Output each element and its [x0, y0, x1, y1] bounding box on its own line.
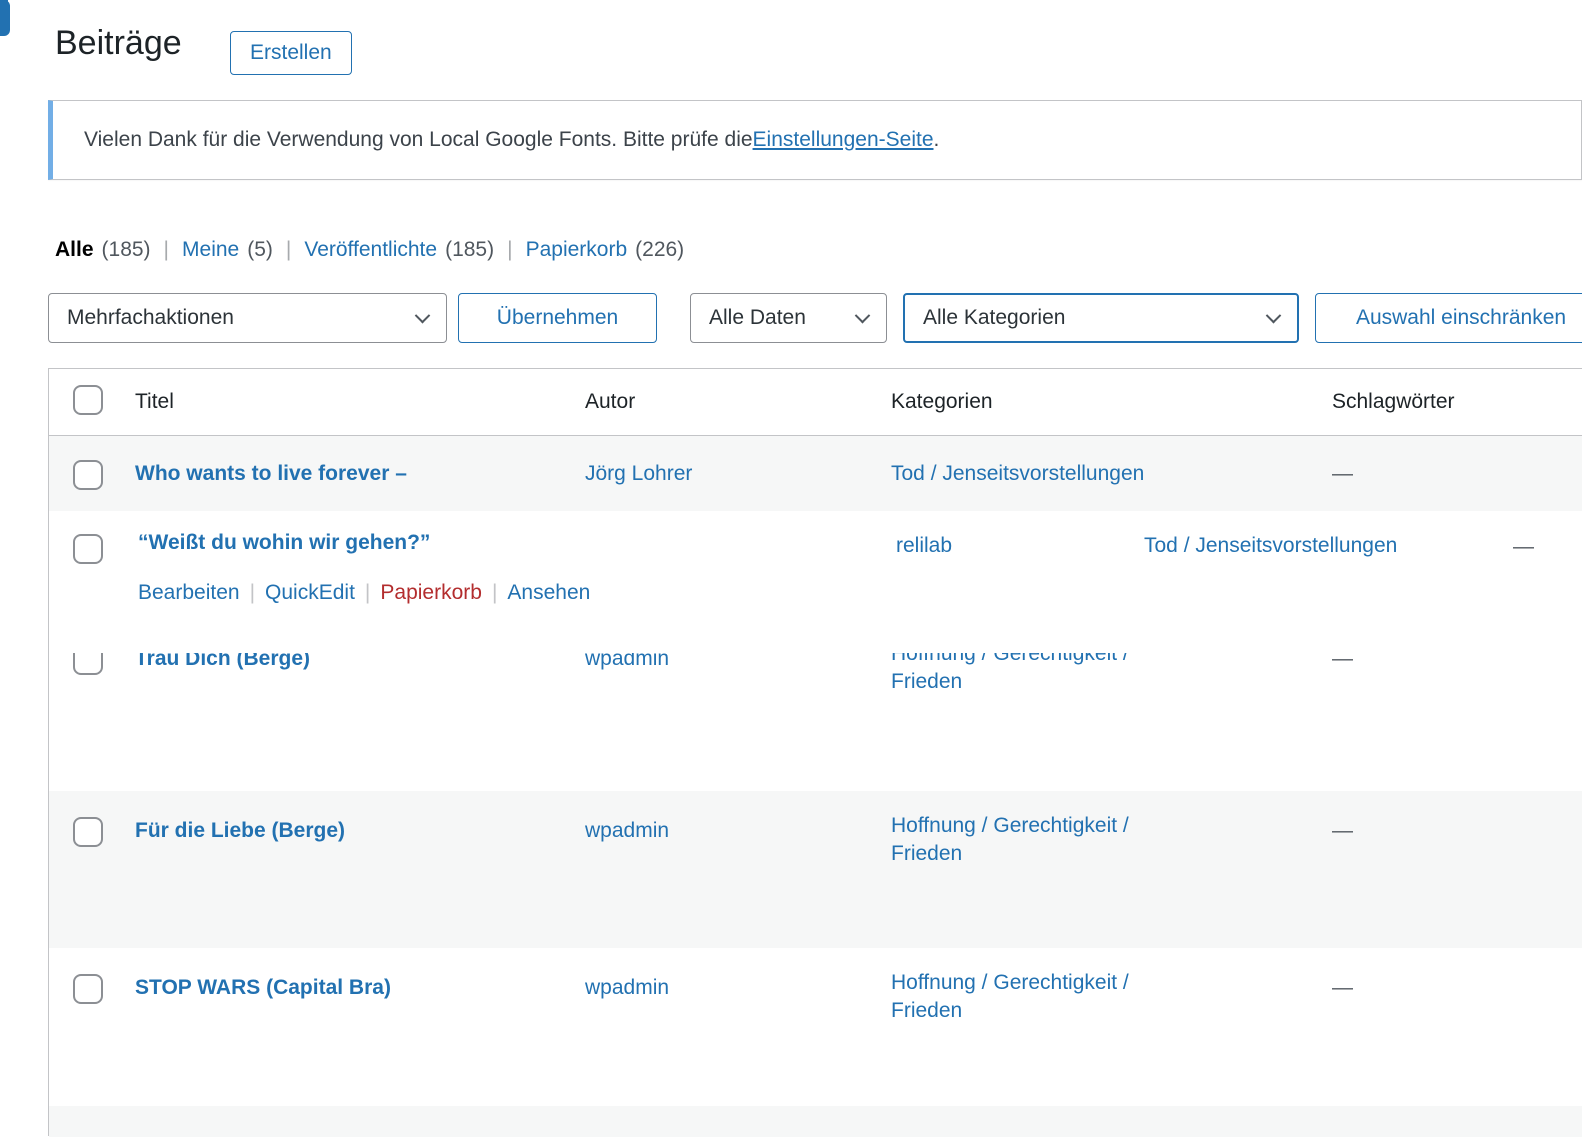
separator: | [492, 581, 497, 605]
filter-trash-label: Papierkorb [526, 238, 628, 262]
tags-value: — [1332, 976, 1353, 999]
category-link[interactable]: Tod / Jenseitsvorstellungen [891, 460, 1144, 488]
quick-edit-action[interactable]: QuickEdit [265, 581, 355, 605]
table-row: STOP WARS (Capital Bra) wpadmin Hoffnung… [49, 948, 1582, 1106]
author-link[interactable]: wpadmin [585, 817, 669, 845]
category-link[interactable]: Hoffnung / Gerechtigkeit / Frieden [891, 812, 1196, 868]
dates-filter-select[interactable]: Alle Daten [690, 293, 887, 343]
trash-action[interactable]: Papierkorb [380, 581, 482, 605]
post-status-filters: Alle (185) | Meine (5) | Veröffentlichte… [55, 238, 684, 262]
select-all-checkbox[interactable] [73, 385, 103, 415]
page-title: Beiträge [55, 24, 182, 63]
category-link[interactable]: Tod / Jenseitsvorstellungen [1144, 532, 1397, 560]
separator: | [286, 238, 291, 262]
filter-trash-count: (226) [635, 238, 684, 262]
filter-trash[interactable]: Papierkorb (226) [526, 238, 685, 262]
separator: | [164, 238, 169, 262]
filter-mine-count: (5) [247, 238, 273, 262]
view-action[interactable]: Ansehen [507, 581, 590, 605]
table-row: Für die Liebe (Berge) wpadmin Hoffnung /… [49, 791, 1582, 948]
tags-value: — [1513, 533, 1534, 561]
dragged-row-card[interactable]: “Weißt du wohin wir gehen?” Bearbeiten |… [49, 511, 1582, 653]
post-title-link[interactable]: “Weißt du wohin wir gehen?” [138, 529, 430, 557]
tags-value: — [1332, 819, 1353, 842]
bulk-actions-select[interactable]: Mehrfachaktionen [48, 293, 447, 343]
filter-all-label: Alle [55, 238, 94, 262]
separator: | [507, 238, 512, 262]
header-tags: Schlagwörter [1332, 390, 1582, 414]
category-link[interactable]: Hoffnung / Gerechtigkeit / Frieden [891, 969, 1196, 1025]
dates-filter-value: Alle Daten [709, 306, 806, 330]
categories-filter-select[interactable]: Alle Kategorien [903, 293, 1299, 343]
posts-table: Titel Autor Kategorien Schlagwörter Who … [48, 368, 1582, 1136]
chevron-down-icon [1266, 307, 1282, 323]
filter-mine[interactable]: Meine (5) [182, 238, 273, 262]
notice-suffix: . [934, 128, 940, 152]
filter-button[interactable]: Auswahl einschränken [1315, 293, 1582, 343]
post-title-link[interactable]: STOP WARS (Capital Bra) [135, 974, 391, 1002]
bulk-actions-value: Mehrfachaktionen [67, 306, 234, 330]
categories-filter-value: Alle Kategorien [923, 306, 1065, 330]
row-checkbox[interactable] [73, 534, 103, 564]
edit-action[interactable]: Bearbeiten [138, 581, 240, 605]
author-link[interactable]: wpadmin [585, 974, 669, 1002]
tags-value: — [1332, 462, 1353, 485]
admin-menu-tab-icon [0, 0, 10, 36]
separator: | [250, 581, 255, 605]
chevron-down-icon [855, 307, 871, 323]
filter-mine-label: Meine [182, 238, 239, 262]
category-link[interactable]: relilab [896, 532, 952, 560]
chevron-down-icon [415, 307, 431, 323]
post-title-link[interactable]: Für die Liebe (Berge) [135, 817, 345, 845]
row-checkbox[interactable] [73, 460, 103, 490]
filter-published[interactable]: Veröffentlichte (185) [304, 238, 494, 262]
settings-page-link[interactable]: Einstellungen-Seite [753, 128, 934, 152]
post-title-link[interactable]: Who wants to live forever – [135, 460, 407, 488]
row-checkbox[interactable] [73, 817, 103, 847]
filter-all[interactable]: Alle (185) [55, 238, 151, 262]
separator: | [365, 581, 370, 605]
create-post-button[interactable]: Erstellen [230, 31, 352, 75]
author-link[interactable]: Jörg Lohrer [585, 460, 692, 488]
filter-all-count: (185) [102, 238, 151, 262]
filter-published-label: Veröffentlichte [304, 238, 437, 262]
header-title[interactable]: Titel [135, 390, 585, 414]
row-checkbox[interactable] [73, 974, 103, 1004]
apply-button[interactable]: Übernehmen [458, 293, 657, 343]
table-header-row: Titel Autor Kategorien Schlagwörter [49, 369, 1582, 436]
notice-banner: Vielen Dank für die Verwendung von Local… [48, 100, 1582, 180]
filter-published-count: (185) [445, 238, 494, 262]
header-author: Autor [585, 390, 891, 414]
notice-text: Vielen Dank für die Verwendung von Local… [84, 128, 753, 152]
row-actions: Bearbeiten | QuickEdit | Papierkorb | An… [138, 581, 590, 605]
table-row-partial [49, 1106, 1582, 1137]
header-categories: Kategorien [891, 390, 1332, 414]
